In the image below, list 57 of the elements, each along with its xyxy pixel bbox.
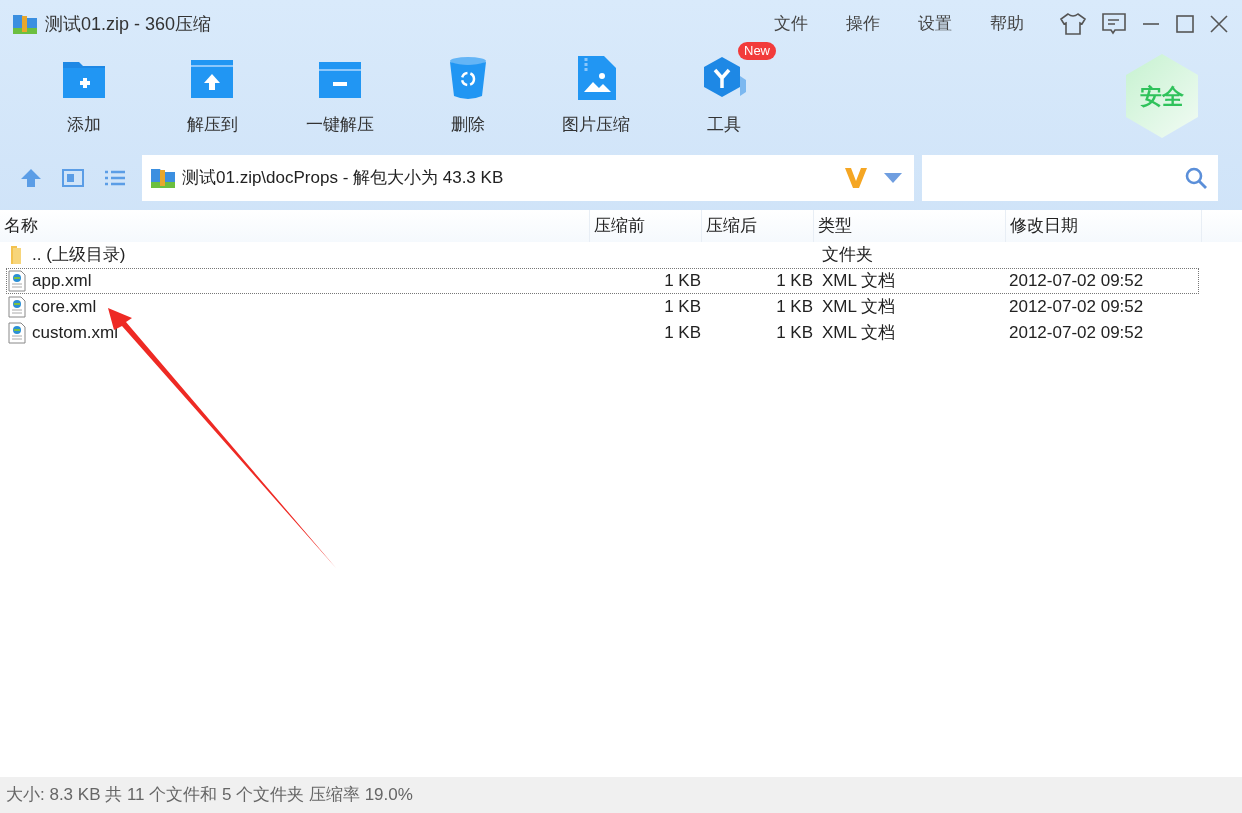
archive-icon <box>12 12 38 36</box>
menu-item[interactable]: 操作 <box>846 11 880 37</box>
table-cell: 2012-07-02 09:52 <box>1009 271 1144 291</box>
toolbar-button[interactable]: 工具 New <box>660 42 788 138</box>
file-name: app.xml <box>32 270 92 293</box>
column-header[interactable]: 压缩前 <box>594 213 645 239</box>
archive-icon <box>150 166 176 190</box>
column-header[interactable]: 类型 <box>818 213 852 239</box>
menu-item[interactable]: 设置 <box>918 11 952 37</box>
path-text: 测试01.zip\docProps - 解包大小为 43.3 KB <box>182 167 504 190</box>
dropdown-caret-icon[interactable] <box>884 173 902 183</box>
menu-item[interactable]: 帮助 <box>990 11 1024 37</box>
xml-file-icon <box>7 296 27 318</box>
maximize-icon[interactable] <box>1176 15 1194 33</box>
file-row[interactable]: .. (上级目录) 文件夹 <box>6 242 1199 268</box>
feedback-icon[interactable] <box>1102 13 1126 35</box>
search-field[interactable] <box>922 155 1218 201</box>
table-cell: 1 KB <box>776 297 813 317</box>
table-cell: 2012-07-02 09:52 <box>1009 297 1144 317</box>
file-row[interactable]: core.xml 1 KB 1 KB XML 文档 2012-07-02 09:52 <box>6 294 1199 320</box>
toolbar-button[interactable]: 解压到 <box>148 42 276 138</box>
table-cell: XML 文档 <box>822 323 896 343</box>
table-cell: 文件夹 <box>822 245 873 265</box>
address-bar[interactable]: 测试01.zip\docProps - 解包大小为 43.3 KB <box>142 155 914 201</box>
table-cell: 2012-07-02 09:52 <box>1009 323 1144 343</box>
table-cell: 1 KB <box>664 323 701 343</box>
xml-file-icon <box>7 270 27 292</box>
table-cell: 1 KB <box>664 271 701 291</box>
file-name: custom.xml <box>32 322 118 345</box>
file-row[interactable]: custom.xml 1 KB 1 KB XML 文档 2012-07-02 09:52 <box>6 320 1199 346</box>
toolbar-button[interactable]: 一键解压 <box>276 42 404 138</box>
table-cell: 1 KB <box>776 323 813 343</box>
table-cell: XML 文档 <box>822 271 896 291</box>
toolbar-button[interactable]: 添加 <box>20 42 148 138</box>
file-row[interactable]: app.xml 1 KB 1 KB XML 文档 2012-07-02 09:52 <box>6 268 1199 294</box>
toolbar-button[interactable]: 图片压缩 <box>532 42 660 138</box>
new-badge: New <box>738 42 776 60</box>
table-cell: XML 文档 <box>822 297 896 317</box>
table-cell: 1 KB <box>664 297 701 317</box>
column-header[interactable]: 修改日期 <box>1010 213 1078 239</box>
list-view-icon[interactable] <box>104 169 126 187</box>
up-arrow-icon[interactable] <box>20 167 42 189</box>
window-title: 测试01.zip - 360压缩 <box>45 12 212 36</box>
v-logo-icon[interactable] <box>844 167 868 189</box>
shirt-icon[interactable] <box>1060 13 1086 35</box>
toolbar-button[interactable]: 删除 <box>404 42 532 138</box>
file-name: .. (上级目录) <box>32 244 126 267</box>
close-icon[interactable] <box>1210 15 1228 33</box>
menu-item[interactable]: 文件 <box>774 11 808 37</box>
file-name: core.xml <box>32 296 97 319</box>
search-icon[interactable] <box>1184 166 1208 190</box>
table-cell: 1 KB <box>776 271 813 291</box>
column-header[interactable]: 压缩后 <box>706 213 757 239</box>
status-bar: 大小: 8.3 KB 共 11 个文件和 5 个文件夹 压缩率 19.0% <box>0 777 1242 813</box>
column-header[interactable]: 名称 <box>4 213 38 239</box>
thumbnail-view-icon[interactable] <box>62 168 84 188</box>
xml-file-icon <box>7 322 27 344</box>
